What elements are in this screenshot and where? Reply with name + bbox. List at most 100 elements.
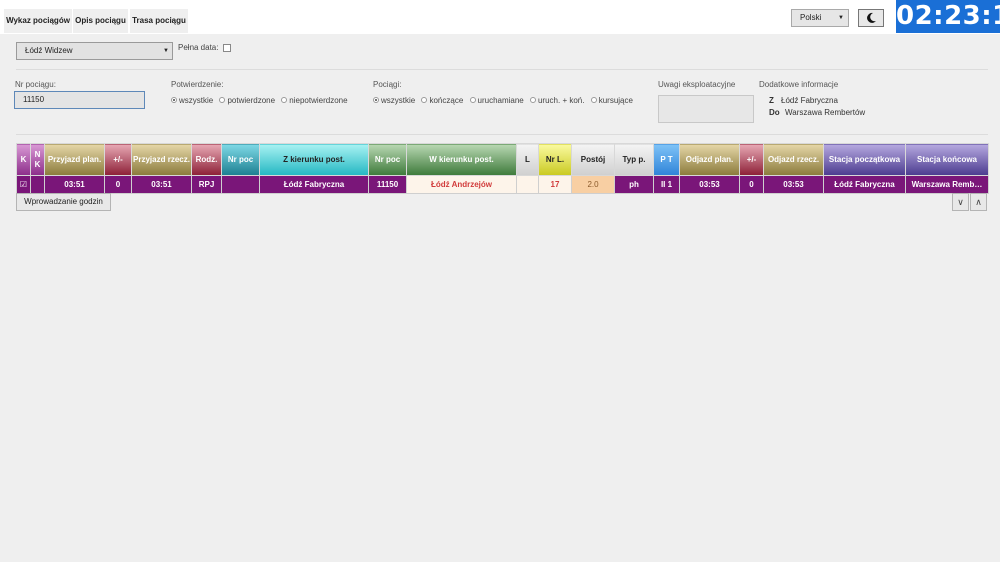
table-cell: 17 <box>538 175 572 194</box>
station-value: Łódź Widzew <box>25 46 73 55</box>
table-cell: 11150 <box>368 175 407 194</box>
radio-icon <box>529 96 536 103</box>
table-cell: 03:51 <box>131 175 192 194</box>
radio-label: niepotwierdzone <box>289 96 348 105</box>
moon-icon <box>867 12 876 23</box>
radio-option-all-trains[interactable]: wszystkie <box>373 96 415 105</box>
train-number-label: Nr pociągu: <box>15 80 56 89</box>
radio-option-all[interactable]: wszystkie <box>171 96 213 105</box>
radio-option-unconfirmed[interactable]: niepotwierdzone <box>281 96 348 105</box>
table-cell: Łódź Fabryczna <box>259 175 369 194</box>
table-cell <box>516 175 539 194</box>
remarks-label: Uwagi eksploatacyjne <box>658 80 736 89</box>
clock-display: 02:23:14 <box>896 0 1000 33</box>
table-cell: 03:53 <box>763 175 824 194</box>
radio-icon <box>281 96 288 103</box>
remarks-field[interactable] <box>658 95 754 123</box>
col-header[interactable]: K <box>16 143 31 176</box>
col-header[interactable]: Odjazd plan. <box>679 143 740 176</box>
radio-option-ending[interactable]: kończące <box>421 96 463 105</box>
radio-label: wszystkie <box>381 96 416 105</box>
train-number-input[interactable]: 11150 <box>14 91 145 109</box>
full-date-label: Pełna data: <box>178 43 219 52</box>
table-cell: 0 <box>104 175 132 194</box>
divider <box>16 69 988 70</box>
top-bar: Wykaz pociągów Opis pociągu Trasa pociąg… <box>0 0 1000 34</box>
col-header[interactable]: Nr poc <box>221 143 260 176</box>
table-cell: Warszawa Remb… <box>905 175 989 194</box>
scroll-down-button[interactable]: ∨ <box>952 193 969 211</box>
radio-icon <box>219 96 226 103</box>
radio-option-running[interactable]: kursujące <box>590 96 633 105</box>
row-checkbox[interactable]: ☑ <box>16 175 31 194</box>
table-cell: Łódź Fabryczna <box>823 175 906 194</box>
col-header[interactable]: Przyjazd rzecz. <box>131 143 192 176</box>
language-select[interactable]: Polski ▼ <box>791 9 849 27</box>
col-header[interactable]: Nr L. <box>538 143 572 176</box>
from-prefix: Z <box>769 96 774 105</box>
radio-label: uruchamiane <box>477 96 524 105</box>
full-date-toggle: Pełna data: <box>178 43 231 52</box>
table-cell <box>221 175 260 194</box>
table-header-row: K N K Przyjazd plan. +/- Przyjazd rzecz.… <box>16 143 989 176</box>
trains-label: Pociągi: <box>373 80 402 89</box>
tab-train-list[interactable]: Wykaz pociągów <box>4 9 72 33</box>
full-date-checkbox[interactable] <box>222 43 231 52</box>
chevron-down-icon: ▼ <box>838 15 844 21</box>
col-header[interactable]: Typ p. <box>614 143 654 176</box>
tab-train-description[interactable]: Opis pociągu <box>73 9 128 33</box>
from-station: Łódź Fabryczna <box>781 96 838 105</box>
table-cell: ph <box>614 175 654 194</box>
col-header[interactable]: Przyjazd plan. <box>44 143 105 176</box>
route-from: Z Łódź Fabryczna <box>769 96 838 105</box>
chevron-down-icon: ▼ <box>163 48 169 54</box>
scroll-up-button[interactable]: ∧ <box>970 193 987 211</box>
col-header[interactable]: Stacja końcowa <box>905 143 989 176</box>
col-header[interactable]: Rodz. <box>191 143 222 176</box>
col-header[interactable]: P T <box>653 143 680 176</box>
radio-option-starting-ending[interactable]: uruch. + koń. <box>529 96 585 105</box>
tab-train-route[interactable]: Trasa pociągu <box>130 9 188 33</box>
radio-selected-icon <box>171 96 177 103</box>
to-station: Warszawa Rembertów <box>785 108 866 117</box>
table-cell: 2.0 <box>571 175 615 194</box>
train-number-value: 11150 <box>23 95 45 104</box>
dark-mode-button[interactable] <box>858 9 884 27</box>
col-header[interactable]: Odjazd rzecz. <box>763 143 824 176</box>
route-to: Do Warszawa Rembertów <box>769 108 865 117</box>
col-header[interactable]: N K <box>30 143 45 176</box>
extra-info-label: Dodatkowe informacje <box>759 80 839 89</box>
table-cell <box>30 175 45 194</box>
radio-option-starting[interactable]: uruchamiane <box>469 96 524 105</box>
radio-label: wszystkie <box>179 96 214 105</box>
table-cell: 0 <box>739 175 764 194</box>
trains-radio-group: wszystkie kończące uruchamiane uruch. + … <box>373 96 637 105</box>
col-header[interactable]: +/- <box>104 143 132 176</box>
col-header[interactable]: Z kierunku post. <box>259 143 369 176</box>
col-header[interactable]: Stacja początkowa <box>823 143 906 176</box>
radio-label: potwierdzone <box>227 96 276 105</box>
station-select[interactable]: Łódź Widzew ▼ <box>16 42 173 60</box>
radio-icon <box>590 96 597 103</box>
radio-label: kursujące <box>598 96 633 105</box>
col-header[interactable]: L <box>516 143 539 176</box>
radio-icon <box>469 96 476 103</box>
col-header[interactable]: Postój <box>571 143 615 176</box>
confirmation-label: Potwierdzenie: <box>171 80 224 89</box>
radio-label: uruch. + koń. <box>537 96 585 105</box>
col-header[interactable]: W kierunku post. <box>406 143 517 176</box>
radio-label: kończące <box>429 96 464 105</box>
table-row[interactable]: ☑ 03:51 0 03:51 RPJ Łódź Fabryczna 11150… <box>16 175 989 194</box>
enter-hours-button[interactable]: Wprowadzanie godzin <box>16 193 111 211</box>
radio-option-confirmed[interactable]: potwierdzone <box>219 96 275 105</box>
table-cell: 03:51 <box>44 175 105 194</box>
table-cell: Łódź Andrzejów <box>406 175 517 194</box>
divider <box>16 134 988 135</box>
col-header[interactable]: +/- <box>739 143 764 176</box>
table-cell: 03:53 <box>679 175 740 194</box>
col-header[interactable]: Nr poc <box>368 143 407 176</box>
confirmation-radio-group: wszystkie potwierdzone niepotwierdzone <box>171 96 352 105</box>
train-table: K N K Przyjazd plan. +/- Przyjazd rzecz.… <box>16 143 989 194</box>
radio-selected-icon <box>373 96 379 103</box>
to-prefix: Do <box>769 108 780 117</box>
